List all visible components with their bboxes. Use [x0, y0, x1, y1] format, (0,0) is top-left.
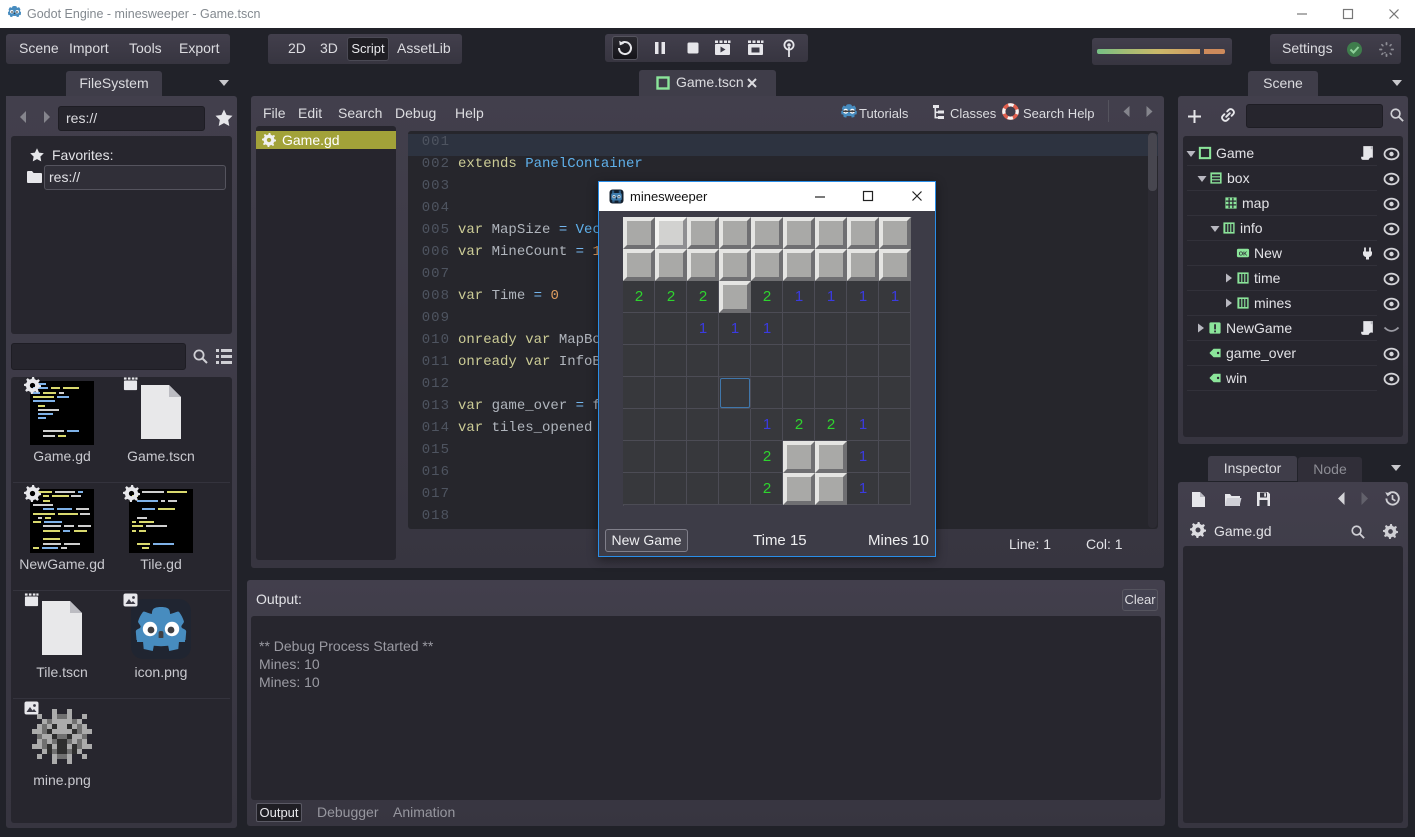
svg-text:OK: OK — [1239, 251, 1247, 257]
